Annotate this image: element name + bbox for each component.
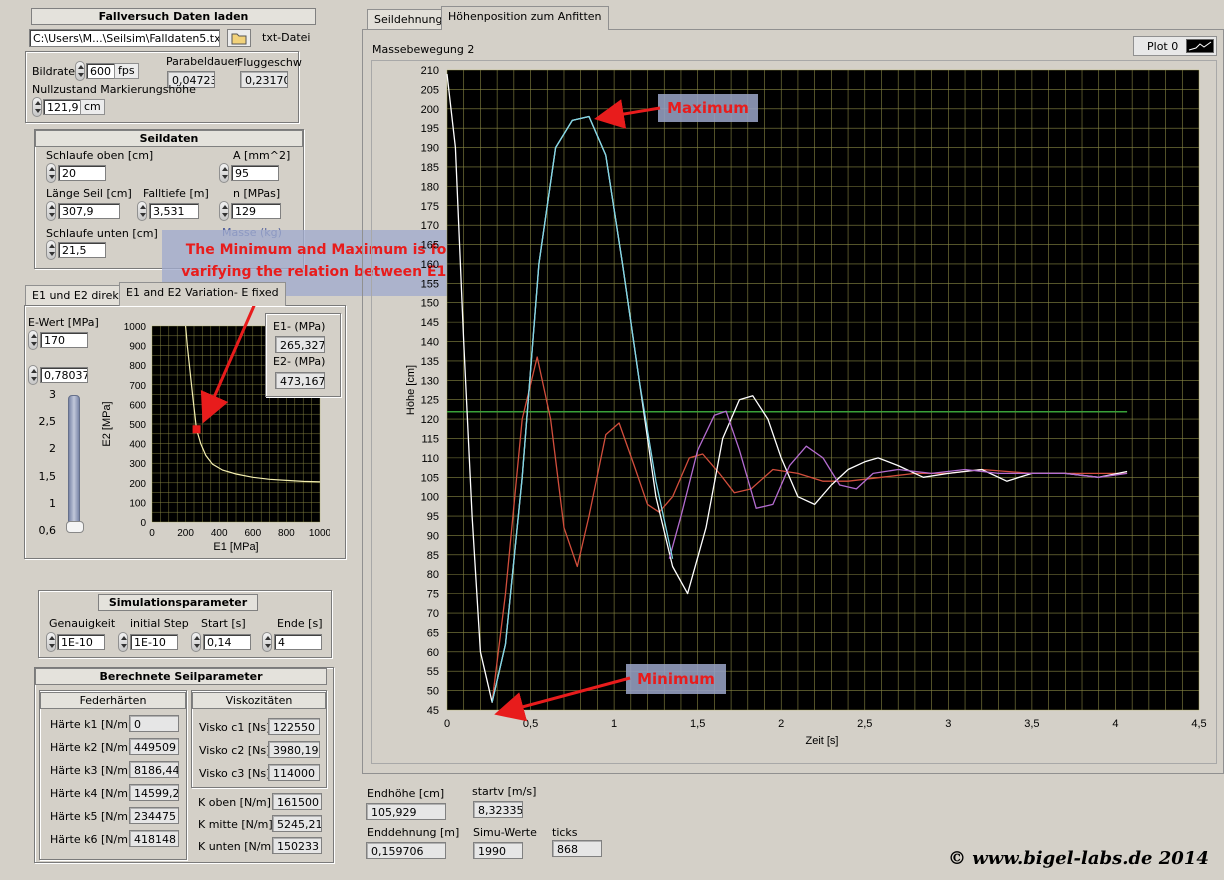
endhoehe-label: Endhöhe [cm] — [367, 787, 445, 800]
ticks-value: 868 — [552, 840, 602, 857]
enddehnung-value: 0,159706 — [366, 842, 446, 859]
simu-werte-label: Simu-Werte — [473, 826, 537, 839]
copyright-text: © www.bigel-labs.de 2014 — [948, 848, 1209, 869]
startv-value: 8,32335 — [473, 801, 523, 818]
tab-e1-e2-variation[interactable]: E1 and E2 Variation- E fixed — [119, 282, 286, 306]
endhoehe-value: 105,929 — [366, 803, 446, 820]
tab-hoehenposition[interactable]: Höhenposition zum Anfitten — [441, 6, 609, 30]
annotation-arrows — [200, 99, 661, 722]
maximum-arrow — [594, 99, 661, 129]
annotation-arrow-to-point — [200, 291, 262, 424]
simu-werte-value: 1990 — [473, 842, 523, 859]
minimum-arrow — [494, 676, 631, 722]
startv-label: startv [m/s] — [472, 785, 537, 798]
ticks-label: ticks — [552, 826, 578, 839]
enddehnung-label: Enddehnung [m] — [367, 826, 460, 839]
